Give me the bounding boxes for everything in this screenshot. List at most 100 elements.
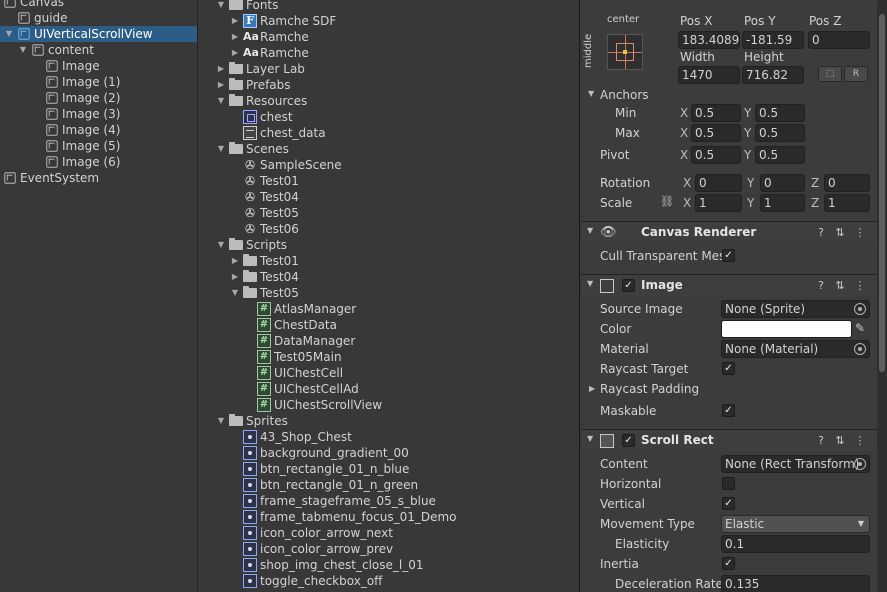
project-item-row[interactable]: # UIChestCellAd (199, 381, 579, 397)
canvas-renderer-header[interactable]: ▼ 👁 Canvas Renderer ? ⇅ ⋮ (581, 221, 877, 243)
content-field[interactable]: None (Rect Transform) (721, 455, 870, 473)
inspector-scroll-thumb[interactable] (879, 14, 885, 372)
menu-icon[interactable]: ⋮ (854, 226, 866, 240)
scale-y-field[interactable]: 1 (760, 194, 805, 212)
anchors-fold-icon[interactable]: ▼ (588, 89, 594, 98)
anchor-max-x-field[interactable]: 0.5 (691, 124, 741, 142)
pivot-x-field[interactable]: 0.5 (691, 146, 741, 164)
rotation-x-field[interactable]: 0 (695, 174, 742, 192)
project-item-row[interactable]: ▶ Test04 (199, 269, 579, 285)
movement-type-dropdown[interactable]: Elastic ▼ (721, 515, 870, 533)
project-item-row[interactable]: btn_rectangle_01_n_green (199, 477, 579, 493)
object-picker-icon[interactable] (854, 343, 866, 355)
horizontal-checkbox[interactable] (722, 477, 735, 490)
image-enabled-checkbox[interactable]: ✓ (622, 279, 635, 292)
project-item-row[interactable]: ✇ SampleScene (199, 157, 579, 173)
help-icon[interactable]: ? (815, 434, 827, 448)
project-item-row[interactable]: ▼ Test05 (199, 285, 579, 301)
anchor-preset-button[interactable] (607, 34, 643, 70)
project-item-row[interactable]: # AtlasManager (199, 301, 579, 317)
anchors-label[interactable]: Anchors (600, 88, 649, 102)
image-header[interactable]: ▼ ✓ Image ? ⇅ ⋮ (581, 274, 877, 296)
project-item-row[interactable]: btn_rectangle_01_n_blue (199, 461, 579, 477)
hierarchy-item-row[interactable]: Image (3) (0, 106, 197, 122)
project-item-row[interactable]: # UIChestCell (199, 365, 579, 381)
expand-arrow-icon[interactable]: ▼ (18, 42, 28, 58)
project-item-row[interactable]: ▶ Aa Ramche (199, 45, 579, 61)
collapse-arrow-icon[interactable]: ▶ (230, 45, 240, 61)
anchor-max-y-field[interactable]: 0.5 (755, 124, 805, 142)
help-icon[interactable]: ? (815, 279, 827, 293)
hierarchy-item-row[interactable]: Image (2) (0, 90, 197, 106)
expand-arrow-icon[interactable]: ▼ (216, 413, 226, 429)
hierarchy-item-row[interactable]: EventSystem (0, 170, 197, 186)
project-item-row[interactable]: ▶ Aa Ramche (199, 29, 579, 45)
constrain-proportions-icon[interactable]: ⛓ (660, 195, 674, 208)
rotation-z-field[interactable]: 0 (824, 174, 870, 192)
help-icon[interactable]: ? (815, 226, 827, 240)
project-item-row[interactable]: icon_color_arrow_prev (199, 541, 579, 557)
maskable-checkbox[interactable]: ✓ (722, 404, 735, 417)
expand-arrow-icon[interactable]: ▼ (216, 237, 226, 253)
raycast-padding-fold-icon[interactable]: ▶ (589, 384, 595, 393)
source-image-field[interactable]: None (Sprite) (721, 300, 870, 318)
project-item-row[interactable]: frame_stageframe_05_s_blue (199, 493, 579, 509)
project-item-row[interactable]: # Test05Main (199, 349, 579, 365)
expand-arrow-icon[interactable]: ▼ (216, 0, 226, 13)
project-item-row[interactable]: background_gradient_00 (199, 445, 579, 461)
color-swatch[interactable] (721, 320, 852, 338)
hierarchy-item-row[interactable]: ▼ UIVerticalScrollView (0, 26, 197, 42)
project-item-row[interactable]: shop_img_chest_close_l_01 (199, 557, 579, 573)
scale-z-field[interactable]: 1 (824, 194, 870, 212)
scale-x-field[interactable]: 1 (695, 194, 742, 212)
project-item-row[interactable]: # DataManager (199, 333, 579, 349)
project-item-row[interactable]: ▼ Resources (199, 93, 579, 109)
project-item-row[interactable]: ▼ Fonts (199, 0, 579, 13)
hierarchy-item-row[interactable]: Image (6) (0, 154, 197, 170)
object-picker-icon[interactable] (854, 458, 866, 470)
object-picker-icon[interactable] (854, 303, 866, 315)
anchor-min-y-field[interactable]: 0.5 (755, 104, 805, 122)
collapse-arrow-icon[interactable]: ▶ (216, 61, 226, 77)
project-item-row[interactable]: ▼ Scripts (199, 237, 579, 253)
preset-icon[interactable]: ⇅ (834, 226, 846, 240)
hierarchy-item-row[interactable]: Image (1) (0, 74, 197, 90)
rotation-y-field[interactable]: 0 (760, 174, 805, 192)
pos-x-field[interactable]: 183.4089 (678, 31, 740, 49)
menu-icon[interactable]: ⋮ (854, 434, 866, 448)
collapse-arrow-icon[interactable]: ▶ (216, 77, 226, 93)
project-item-row[interactable]: frame_tabmenu_focus_01_Demo (199, 509, 579, 525)
raw-edit-button[interactable]: R (844, 66, 868, 82)
project-item-row[interactable]: ✇ Test01 (199, 173, 579, 189)
cull-transparent-checkbox[interactable]: ✓ (722, 249, 735, 262)
project-item-row[interactable]: ✇ Test05 (199, 205, 579, 221)
hierarchy-item-row[interactable]: guide (0, 10, 197, 26)
project-item-row[interactable]: # ChestData (199, 317, 579, 333)
hierarchy-item-row[interactable]: Image (0, 58, 197, 74)
hierarchy-item-row[interactable]: Image (4) (0, 122, 197, 138)
blueprint-mode-button[interactable]: ⬚ (818, 66, 842, 82)
inspector-scrollbar[interactable] (877, 0, 887, 592)
expand-arrow-icon[interactable]: ▼ (216, 141, 226, 157)
hierarchy-item-row[interactable]: Image (5) (0, 138, 197, 154)
raycast-target-checkbox[interactable]: ✓ (722, 362, 735, 375)
deceleration-rate-field[interactable]: 0.135 (721, 575, 870, 592)
inertia-checkbox[interactable]: ✓ (722, 557, 735, 570)
project-item-row[interactable]: ▶ Prefabs (199, 77, 579, 93)
width-field[interactable]: 1470 (678, 66, 740, 84)
expand-arrow-icon[interactable]: ▼ (216, 93, 226, 109)
preset-icon[interactable]: ⇅ (834, 279, 846, 293)
elasticity-field[interactable]: 0.1 (721, 535, 870, 553)
project-item-row[interactable]: ▼ Scenes (199, 141, 579, 157)
pos-z-field[interactable]: 0 (808, 31, 870, 49)
expand-arrow-icon[interactable]: ▼ (4, 26, 14, 42)
collapse-arrow-icon[interactable]: ▶ (230, 269, 240, 285)
image-fold-icon[interactable]: ▼ (587, 279, 593, 288)
vertical-checkbox[interactable]: ✓ (722, 497, 735, 510)
preset-icon[interactable]: ⇅ (834, 434, 846, 448)
project-item-row[interactable]: chest_data (199, 125, 579, 141)
menu-icon[interactable]: ⋮ (854, 279, 866, 293)
scroll-rect-enabled-checkbox[interactable]: ✓ (622, 434, 635, 447)
project-item-row[interactable]: chest (199, 109, 579, 125)
project-item-row[interactable]: ▶ Test01 (199, 253, 579, 269)
